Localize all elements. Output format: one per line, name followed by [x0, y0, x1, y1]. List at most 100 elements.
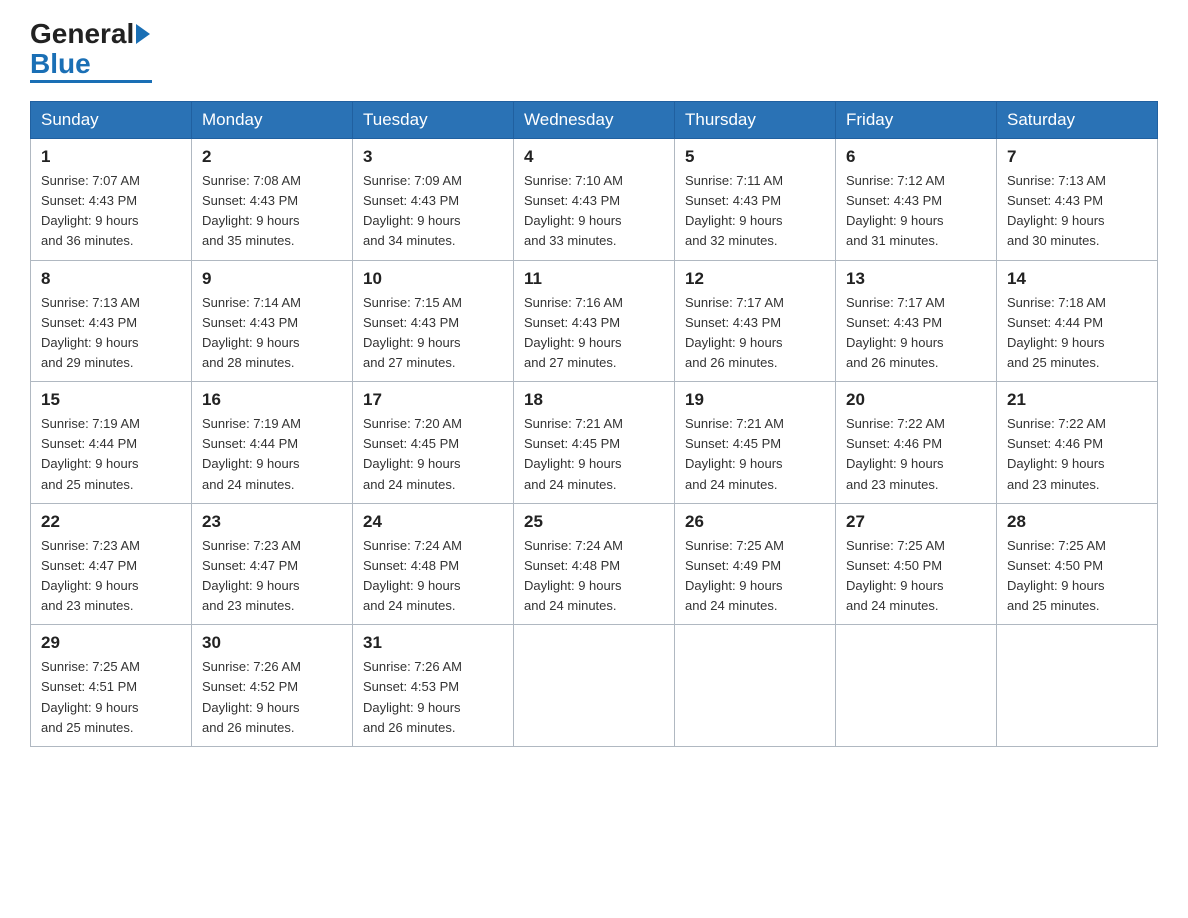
calendar-cell: 17 Sunrise: 7:20 AMSunset: 4:45 PMDaylig… [353, 382, 514, 504]
calendar-cell [675, 625, 836, 747]
day-number: 1 [41, 147, 181, 167]
day-number: 20 [846, 390, 986, 410]
day-number: 3 [363, 147, 503, 167]
day-info: Sunrise: 7:26 AMSunset: 4:53 PMDaylight:… [363, 659, 462, 734]
calendar-cell: 20 Sunrise: 7:22 AMSunset: 4:46 PMDaylig… [836, 382, 997, 504]
calendar-cell: 12 Sunrise: 7:17 AMSunset: 4:43 PMDaylig… [675, 260, 836, 382]
day-info: Sunrise: 7:20 AMSunset: 4:45 PMDaylight:… [363, 416, 462, 491]
week-row-3: 15 Sunrise: 7:19 AMSunset: 4:44 PMDaylig… [31, 382, 1158, 504]
day-info: Sunrise: 7:24 AMSunset: 4:48 PMDaylight:… [363, 538, 462, 613]
calendar-cell: 9 Sunrise: 7:14 AMSunset: 4:43 PMDayligh… [192, 260, 353, 382]
calendar-cell: 14 Sunrise: 7:18 AMSunset: 4:44 PMDaylig… [997, 260, 1158, 382]
calendar-cell: 21 Sunrise: 7:22 AMSunset: 4:46 PMDaylig… [997, 382, 1158, 504]
page-header: General Blue [30, 20, 1158, 83]
week-row-4: 22 Sunrise: 7:23 AMSunset: 4:47 PMDaylig… [31, 503, 1158, 625]
calendar-cell: 29 Sunrise: 7:25 AMSunset: 4:51 PMDaylig… [31, 625, 192, 747]
day-info: Sunrise: 7:09 AMSunset: 4:43 PMDaylight:… [363, 173, 462, 248]
calendar-cell: 19 Sunrise: 7:21 AMSunset: 4:45 PMDaylig… [675, 382, 836, 504]
weekday-header-thursday: Thursday [675, 102, 836, 139]
day-info: Sunrise: 7:13 AMSunset: 4:43 PMDaylight:… [1007, 173, 1106, 248]
day-info: Sunrise: 7:22 AMSunset: 4:46 PMDaylight:… [1007, 416, 1106, 491]
logo-general-text: General [30, 20, 134, 48]
calendar-cell: 22 Sunrise: 7:23 AMSunset: 4:47 PMDaylig… [31, 503, 192, 625]
day-number: 19 [685, 390, 825, 410]
day-info: Sunrise: 7:25 AMSunset: 4:50 PMDaylight:… [846, 538, 945, 613]
calendar-cell: 1 Sunrise: 7:07 AMSunset: 4:43 PMDayligh… [31, 139, 192, 261]
week-row-1: 1 Sunrise: 7:07 AMSunset: 4:43 PMDayligh… [31, 139, 1158, 261]
calendar-cell: 26 Sunrise: 7:25 AMSunset: 4:49 PMDaylig… [675, 503, 836, 625]
day-number: 11 [524, 269, 664, 289]
week-row-2: 8 Sunrise: 7:13 AMSunset: 4:43 PMDayligh… [31, 260, 1158, 382]
day-number: 6 [846, 147, 986, 167]
weekday-header-row: SundayMondayTuesdayWednesdayThursdayFrid… [31, 102, 1158, 139]
day-info: Sunrise: 7:17 AMSunset: 4:43 PMDaylight:… [685, 295, 784, 370]
day-info: Sunrise: 7:19 AMSunset: 4:44 PMDaylight:… [41, 416, 140, 491]
weekday-header-friday: Friday [836, 102, 997, 139]
day-info: Sunrise: 7:22 AMSunset: 4:46 PMDaylight:… [846, 416, 945, 491]
day-info: Sunrise: 7:23 AMSunset: 4:47 PMDaylight:… [202, 538, 301, 613]
day-info: Sunrise: 7:17 AMSunset: 4:43 PMDaylight:… [846, 295, 945, 370]
day-number: 22 [41, 512, 181, 532]
calendar-cell: 3 Sunrise: 7:09 AMSunset: 4:43 PMDayligh… [353, 139, 514, 261]
calendar-cell: 5 Sunrise: 7:11 AMSunset: 4:43 PMDayligh… [675, 139, 836, 261]
day-number: 16 [202, 390, 342, 410]
day-info: Sunrise: 7:11 AMSunset: 4:43 PMDaylight:… [685, 173, 783, 248]
day-number: 15 [41, 390, 181, 410]
calendar-cell: 16 Sunrise: 7:19 AMSunset: 4:44 PMDaylig… [192, 382, 353, 504]
day-number: 2 [202, 147, 342, 167]
day-info: Sunrise: 7:16 AMSunset: 4:43 PMDaylight:… [524, 295, 623, 370]
day-number: 17 [363, 390, 503, 410]
day-number: 24 [363, 512, 503, 532]
day-info: Sunrise: 7:10 AMSunset: 4:43 PMDaylight:… [524, 173, 623, 248]
day-info: Sunrise: 7:15 AMSunset: 4:43 PMDaylight:… [363, 295, 462, 370]
day-number: 23 [202, 512, 342, 532]
day-number: 9 [202, 269, 342, 289]
day-info: Sunrise: 7:21 AMSunset: 4:45 PMDaylight:… [524, 416, 623, 491]
week-row-5: 29 Sunrise: 7:25 AMSunset: 4:51 PMDaylig… [31, 625, 1158, 747]
day-number: 5 [685, 147, 825, 167]
weekday-header-sunday: Sunday [31, 102, 192, 139]
weekday-header-monday: Monday [192, 102, 353, 139]
calendar-cell: 28 Sunrise: 7:25 AMSunset: 4:50 PMDaylig… [997, 503, 1158, 625]
calendar-cell: 18 Sunrise: 7:21 AMSunset: 4:45 PMDaylig… [514, 382, 675, 504]
day-info: Sunrise: 7:24 AMSunset: 4:48 PMDaylight:… [524, 538, 623, 613]
day-info: Sunrise: 7:25 AMSunset: 4:50 PMDaylight:… [1007, 538, 1106, 613]
logo: General Blue [30, 20, 152, 83]
calendar-cell: 11 Sunrise: 7:16 AMSunset: 4:43 PMDaylig… [514, 260, 675, 382]
day-number: 31 [363, 633, 503, 653]
logo-blue-text: Blue [30, 50, 91, 78]
calendar-cell: 25 Sunrise: 7:24 AMSunset: 4:48 PMDaylig… [514, 503, 675, 625]
day-number: 8 [41, 269, 181, 289]
day-info: Sunrise: 7:19 AMSunset: 4:44 PMDaylight:… [202, 416, 301, 491]
day-number: 10 [363, 269, 503, 289]
day-info: Sunrise: 7:26 AMSunset: 4:52 PMDaylight:… [202, 659, 301, 734]
day-number: 4 [524, 147, 664, 167]
day-info: Sunrise: 7:08 AMSunset: 4:43 PMDaylight:… [202, 173, 301, 248]
day-info: Sunrise: 7:21 AMSunset: 4:45 PMDaylight:… [685, 416, 784, 491]
day-number: 26 [685, 512, 825, 532]
day-number: 25 [524, 512, 664, 532]
calendar-cell [514, 625, 675, 747]
day-info: Sunrise: 7:14 AMSunset: 4:43 PMDaylight:… [202, 295, 301, 370]
day-info: Sunrise: 7:23 AMSunset: 4:47 PMDaylight:… [41, 538, 140, 613]
day-info: Sunrise: 7:25 AMSunset: 4:49 PMDaylight:… [685, 538, 784, 613]
calendar-cell: 13 Sunrise: 7:17 AMSunset: 4:43 PMDaylig… [836, 260, 997, 382]
calendar-cell: 4 Sunrise: 7:10 AMSunset: 4:43 PMDayligh… [514, 139, 675, 261]
calendar-cell: 10 Sunrise: 7:15 AMSunset: 4:43 PMDaylig… [353, 260, 514, 382]
day-info: Sunrise: 7:13 AMSunset: 4:43 PMDaylight:… [41, 295, 140, 370]
day-number: 27 [846, 512, 986, 532]
calendar-cell: 24 Sunrise: 7:24 AMSunset: 4:48 PMDaylig… [353, 503, 514, 625]
calendar-cell: 15 Sunrise: 7:19 AMSunset: 4:44 PMDaylig… [31, 382, 192, 504]
day-number: 30 [202, 633, 342, 653]
calendar-cell [997, 625, 1158, 747]
day-info: Sunrise: 7:07 AMSunset: 4:43 PMDaylight:… [41, 173, 140, 248]
day-info: Sunrise: 7:12 AMSunset: 4:43 PMDaylight:… [846, 173, 945, 248]
calendar-cell: 30 Sunrise: 7:26 AMSunset: 4:52 PMDaylig… [192, 625, 353, 747]
calendar-cell: 23 Sunrise: 7:23 AMSunset: 4:47 PMDaylig… [192, 503, 353, 625]
weekday-header-tuesday: Tuesday [353, 102, 514, 139]
weekday-header-saturday: Saturday [997, 102, 1158, 139]
day-number: 7 [1007, 147, 1147, 167]
day-info: Sunrise: 7:25 AMSunset: 4:51 PMDaylight:… [41, 659, 140, 734]
day-number: 18 [524, 390, 664, 410]
calendar-cell: 7 Sunrise: 7:13 AMSunset: 4:43 PMDayligh… [997, 139, 1158, 261]
